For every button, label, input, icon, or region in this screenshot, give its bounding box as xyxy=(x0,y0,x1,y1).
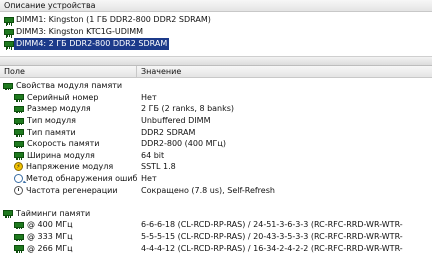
group-memory-timings[interactable]: Тайминги памяти xyxy=(0,208,432,220)
properties-rows: Свойства модуля памяти Серийный номер Не… xyxy=(0,78,432,254)
property-value: 2 ГБ (2 ranks, 8 banks) xyxy=(141,104,235,114)
device-item-dimm4[interactable]: DIMM4: 2 ГБ DDR2-800 DDR2 SDRAM xyxy=(0,38,432,50)
property-row[interactable]: Ширина модуля 64 bit xyxy=(0,150,432,162)
property-value: SSTL 1.8 xyxy=(141,162,176,172)
property-field: Напряжение модуля xyxy=(26,162,114,172)
property-field: Ширина модуля xyxy=(27,150,95,160)
device-description-header-label: Описание устройства xyxy=(4,0,96,10)
property-row[interactable]: Частота регенерации Сокращено (7.8 us), … xyxy=(0,184,432,196)
property-row[interactable]: Метод обнаружения ошиб... Нет xyxy=(0,173,432,185)
search-icon xyxy=(14,174,23,184)
property-field: Серийный номер xyxy=(27,92,99,102)
device-item-label: DIMM3: Kingston KTC1G-UDIMM xyxy=(16,27,144,36)
panel-splitter[interactable] xyxy=(0,56,432,66)
device-description-header[interactable]: Описание устройства xyxy=(0,0,432,12)
property-field: Частота регенерации xyxy=(26,185,118,195)
voltage-icon: ⚡ xyxy=(14,162,23,172)
property-row[interactable]: Скорость памяти DDR2-800 (400 МГц) xyxy=(0,138,432,150)
device-list: DIMM1: Kingston (1 ГБ DDR2-800 DDR2 SDRA… xyxy=(0,12,432,50)
group-module-properties[interactable]: Свойства модуля памяти xyxy=(0,80,432,92)
property-row[interactable]: Тип памяти DDR2 SDRAM xyxy=(0,126,432,138)
group-label: Свойства модуля памяти xyxy=(16,81,123,91)
clock-icon xyxy=(14,185,23,195)
timing-value: 5-5-5-15 (CL-RCD-RP-RAS) / 20-43-3-5-3-3… xyxy=(141,232,403,242)
device-item-dimm3[interactable]: DIMM3: Kingston KTC1G-UDIMM xyxy=(0,26,432,38)
memory-module-icon xyxy=(14,152,24,160)
property-value: Нет xyxy=(141,174,157,184)
timing-row[interactable]: @ 400 МГц 6-6-6-18 (CL-RCD-RP-RAS) / 24-… xyxy=(0,219,432,231)
timing-field: @ 333 МГц xyxy=(27,232,73,242)
timing-field: @ 266 МГц xyxy=(27,243,73,253)
memory-module-icon xyxy=(14,94,24,102)
property-field: Метод обнаружения ошиб... xyxy=(26,174,137,184)
memory-module-icon xyxy=(14,117,24,126)
memory-module-icon xyxy=(4,17,14,25)
property-row[interactable]: Серийный номер Нет xyxy=(0,92,432,104)
memory-module-icon xyxy=(14,140,24,149)
property-value: Unbuffered DIMM xyxy=(141,116,211,126)
property-field: Тип памяти xyxy=(27,127,76,137)
memory-module-icon xyxy=(14,129,24,137)
row-spacer xyxy=(0,196,432,208)
column-header-field[interactable]: Поле xyxy=(0,65,137,78)
properties-panel: Поле Значение Свойства модуля памяти Сер… xyxy=(0,65,432,279)
memory-module-icon xyxy=(4,41,14,49)
timing-value: 4-4-4-12 (CL-RCD-RP-RAS) / 16-34-2-4-2-2… xyxy=(141,243,403,253)
property-value: Сокращено (7.8 us), Self-Refresh xyxy=(141,185,275,195)
property-value: 64 bit xyxy=(141,150,165,160)
device-item-label: DIMM1: Kingston (1 ГБ DDR2-800 DDR2 SDRA… xyxy=(16,15,211,24)
memory-module-icon xyxy=(14,221,24,230)
device-description-panel: Описание устройства DIMM1: Kingston (1 Г… xyxy=(0,0,432,56)
timing-field: @ 400 МГц xyxy=(27,220,73,230)
property-field: Тип модуля xyxy=(27,116,76,126)
property-field: Скорость памяти xyxy=(27,139,100,149)
property-row[interactable]: Размер модуля 2 ГБ (2 ranks, 8 banks) xyxy=(0,103,432,115)
memory-module-icon xyxy=(14,245,24,253)
memory-module-icon xyxy=(3,82,13,91)
property-row[interactable]: ⚡ Напряжение модуля SSTL 1.8 xyxy=(0,161,432,173)
timing-row[interactable]: @ 266 МГц 4-4-4-12 (CL-RCD-RP-RAS) / 16-… xyxy=(0,242,432,254)
timing-row[interactable]: @ 333 МГц 5-5-5-15 (CL-RCD-RP-RAS) / 20-… xyxy=(0,231,432,243)
timing-value: 6-6-6-18 (CL-RCD-RP-RAS) / 24-51-3-6-3-3… xyxy=(141,220,403,230)
group-label: Тайминги памяти xyxy=(16,208,91,218)
device-item-label: DIMM4: 2 ГБ DDR2-800 DDR2 SDRAM xyxy=(14,38,170,50)
memory-module-icon xyxy=(14,105,24,114)
property-value: DDR2-800 (400 МГц) xyxy=(141,139,226,149)
properties-column-header: Поле Значение xyxy=(0,65,432,78)
property-row[interactable]: Тип модуля Unbuffered DIMM xyxy=(0,115,432,127)
property-value: DDR2 SDRAM xyxy=(141,127,196,137)
column-header-value[interactable]: Значение xyxy=(137,66,181,78)
property-field: Размер модуля xyxy=(27,104,91,114)
memory-module-icon xyxy=(14,233,24,242)
memory-module-icon xyxy=(3,210,13,218)
property-value: Нет xyxy=(141,92,157,102)
device-item-dimm1[interactable]: DIMM1: Kingston (1 ГБ DDR2-800 DDR2 SDRA… xyxy=(0,14,432,26)
memory-module-icon xyxy=(4,29,14,37)
